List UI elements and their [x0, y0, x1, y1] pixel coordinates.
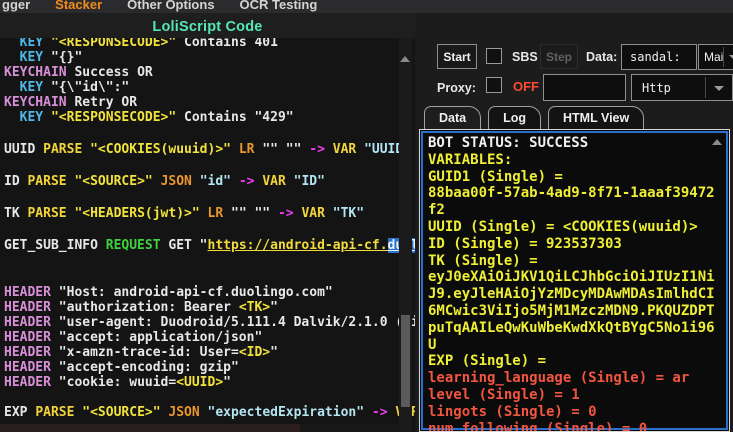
- code-line: HEADER "x-amzn-trace-id: User=<ID>": [4, 345, 415, 360]
- proxy-checkbox[interactable]: [486, 77, 502, 93]
- output-line: UUID (Single) = <COOKIES(wuuid)>: [428, 219, 729, 236]
- output-line: U: [428, 337, 729, 354]
- output-line: puTqAAILeQwKuWbeKwdXkQtBYgC5No1i96: [428, 320, 729, 337]
- output-line: EXP (Single) =: [428, 353, 729, 370]
- code-line: HEADER "Host: android-api-cf.duolingo.co…: [4, 285, 415, 300]
- code-line: [4, 221, 415, 238]
- code-line: [4, 157, 415, 174]
- code-line: ID PARSE "<SOURCE>" JSON "id" -> VAR "ID…: [4, 174, 415, 189]
- tab-other-options[interactable]: Other Options: [127, 0, 214, 13]
- debugger-output-box[interactable]: BOT STATUS: SUCCESSVARIABLES:GUID1 (Sing…: [419, 129, 730, 432]
- wordlist-type-dropdown[interactable]: Mai: [698, 44, 733, 70]
- code-line: GET_SUB_INFO REQUEST GET "https://androi…: [4, 238, 415, 253]
- output-scroll-up-arrow-icon[interactable]: [712, 139, 722, 145]
- dropdown-divider: [723, 47, 724, 67]
- output-line: BOT STATUS: SUCCESS: [428, 135, 729, 152]
- code-line: HEADER "accept-encoding: gzip": [4, 360, 415, 375]
- tab-html-view[interactable]: HTML View: [548, 106, 644, 130]
- code-scrollbar-thumb[interactable]: [401, 315, 410, 407]
- output-line: 6MCwic3ViIjo5MjM1MzczMDN9.PKQUZDPT: [428, 303, 729, 320]
- data-label: Data:: [586, 50, 617, 64]
- proxy-input[interactable]: [543, 74, 626, 101]
- code-line: HEADER "accept: application/json": [4, 330, 415, 345]
- chevron-down-icon: [714, 86, 724, 91]
- tab-partial-gger[interactable]: gger: [2, 0, 30, 13]
- tab-stacker[interactable]: Stacker: [55, 0, 102, 13]
- code-line: [4, 390, 415, 405]
- code-line: KEY "{}": [4, 50, 415, 65]
- loliscript-code-title: LoliScript Code: [0, 19, 415, 35]
- proxy-type-dropdown[interactable]: Http: [631, 74, 733, 101]
- debugger-tabs: Data Log HTML View: [424, 106, 644, 130]
- output-line: learning_language (Single) = ar: [428, 370, 729, 387]
- output-line: GUID1 (Single) =: [428, 169, 729, 186]
- top-tab-bar: gger Stacker Other Options OCR Testing: [0, 0, 733, 13]
- data-input[interactable]: [621, 44, 697, 70]
- code-line: [4, 269, 415, 285]
- tab-log[interactable]: Log: [488, 106, 541, 130]
- code-line: KEYCHAIN Retry OR: [4, 95, 415, 110]
- code-hscrollbar-thumb[interactable]: [0, 424, 300, 432]
- sbs-checkbox[interactable]: [486, 48, 502, 64]
- output-lines: BOT STATUS: SUCCESSVARIABLES:GUID1 (Sing…: [420, 130, 729, 432]
- code-line: KEY "{\"id\":": [4, 80, 415, 95]
- output-line: eyJ0eXAiOiJKV1QiLCJhbGciOiJIUzI1Ni: [428, 269, 729, 286]
- output-line: VARIABLES:: [428, 152, 729, 169]
- code-line: KEYCHAIN Success OR: [4, 65, 415, 80]
- output-line: lingots (Single) = 0: [428, 404, 729, 421]
- loliscript-code-editor[interactable]: KEY "<RESPONSECODE>" Contains 401 KEY "{…: [0, 38, 415, 432]
- code-line: [4, 125, 415, 142]
- code-line: HEADER "user-agent: Duodroid/5.111.4 Dal…: [4, 315, 415, 330]
- code-line: TK PARSE "<HEADERS(jwt)>" LR "" "" -> VA…: [4, 206, 415, 221]
- output-line: TK (Single) =: [428, 253, 729, 270]
- output-line: f2: [428, 202, 729, 219]
- proxy-type-value: Http: [642, 81, 671, 95]
- code-line: KEY "<RESPONSECODE>" Contains "429": [4, 110, 415, 125]
- code-line: HEADER "authorization: Bearer <TK>": [4, 300, 415, 315]
- code-horizontal-scrollbar[interactable]: [0, 424, 398, 432]
- output-line: J9.eyJleHAiOjYzMDcyMDAwMDAsImlhdCI: [428, 286, 729, 303]
- tab-data[interactable]: Data: [424, 106, 481, 130]
- proxy-label: Proxy:: [437, 81, 476, 95]
- output-line: 88baa00f-57ab-4ad9-8f71-1aaaf39472: [428, 185, 729, 202]
- wordlist-type-value: Mai: [704, 50, 723, 64]
- start-button[interactable]: Start: [437, 44, 477, 69]
- code-line: EXP PARSE "<SOURCE>" JSON "expectedExpir…: [4, 405, 415, 420]
- proxy-status: OFF: [513, 79, 539, 94]
- scroll-up-arrow-icon[interactable]: [400, 56, 410, 62]
- chevron-down-icon: [729, 55, 733, 60]
- code-vertical-scrollbar[interactable]: [399, 38, 412, 432]
- code-lines: KEY "<RESPONSECODE>" Contains 401 KEY "{…: [0, 38, 415, 420]
- sbs-label: SBS: [512, 50, 538, 64]
- debugger-panel: Start SBS Step Data: Mai Proxy: OFF Http…: [415, 13, 733, 432]
- code-line: KEY "<RESPONSECODE>" Contains 401: [4, 38, 415, 50]
- code-line: [4, 189, 415, 206]
- dropdown-divider: [705, 77, 706, 98]
- output-line: num_following (Single) = 0: [428, 421, 729, 432]
- code-line: [4, 253, 415, 269]
- step-button[interactable]: Step: [540, 44, 578, 69]
- code-line: UUID PARSE "<COOKIES(wuuid)>" LR "" "" -…: [4, 142, 415, 157]
- output-line: level (Single) = 1: [428, 387, 729, 404]
- tab-ocr-testing[interactable]: OCR Testing: [240, 0, 318, 13]
- output-line: ID (Single) = 923537303: [428, 236, 729, 253]
- code-line: HEADER "cookie: wuuid=<UUID>": [4, 375, 415, 390]
